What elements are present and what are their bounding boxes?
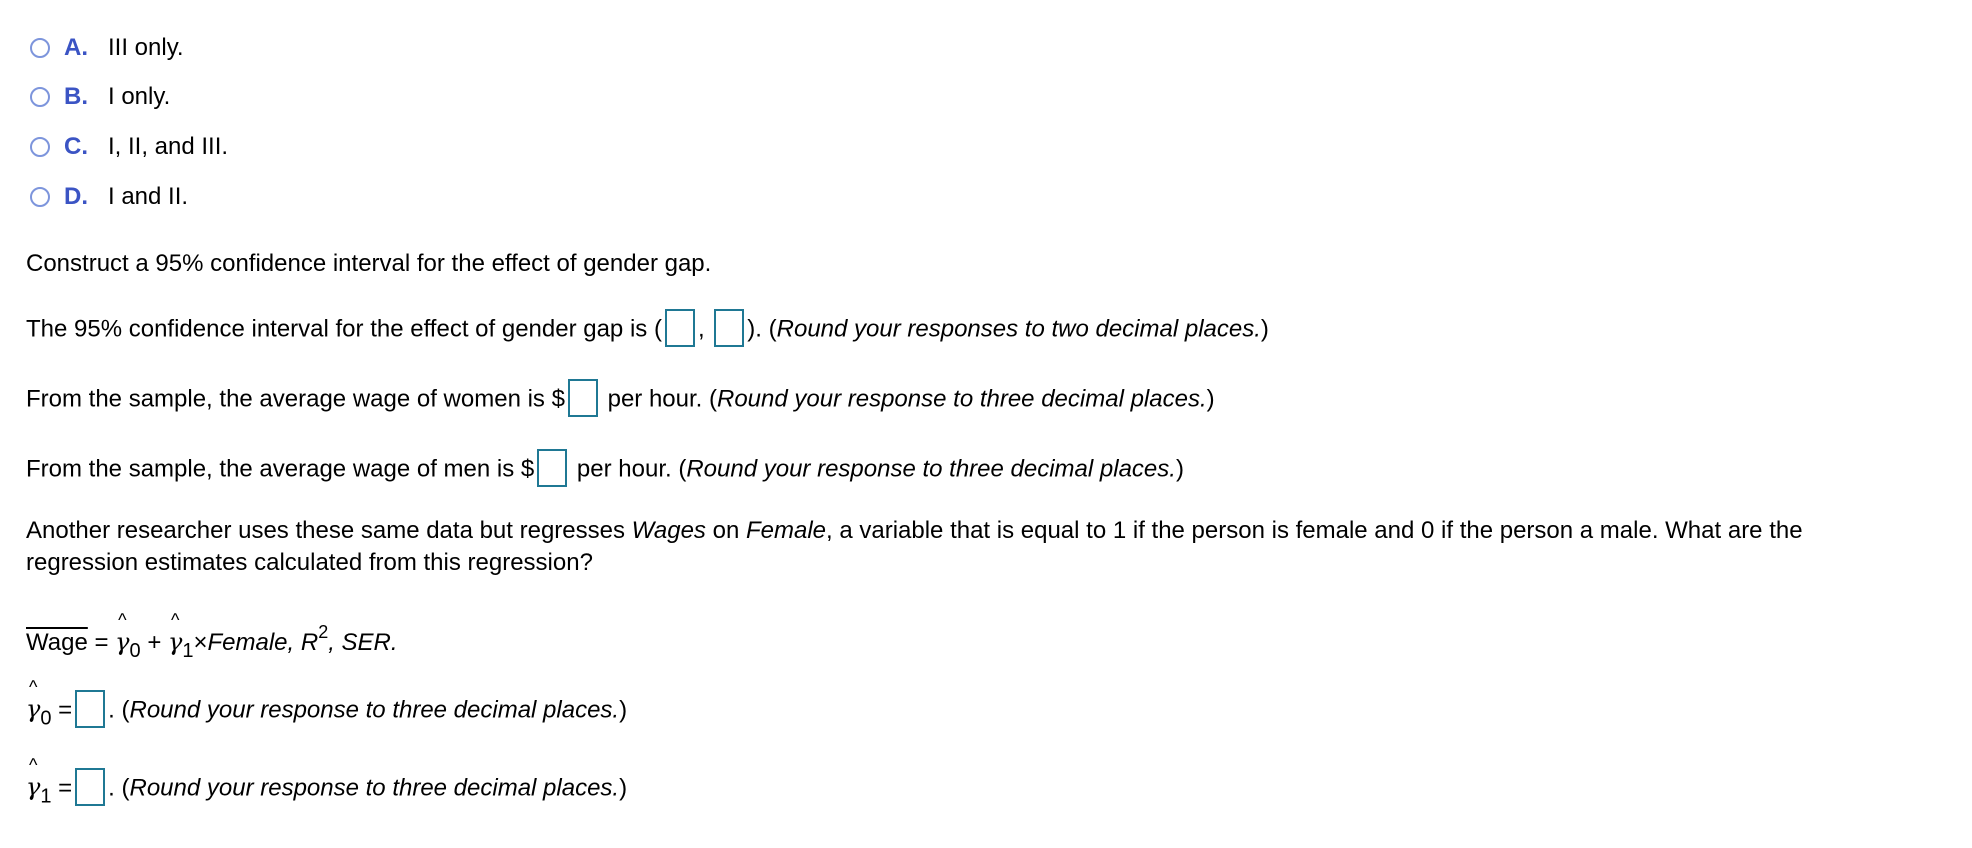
regression-question-line2: regression estimates calculated from thi… — [26, 549, 593, 576]
option-letter: C. — [64, 133, 88, 160]
women-note-close: ) — [1206, 385, 1215, 413]
option-b[interactable]: B. I only. — [30, 82, 170, 112]
ci-upper-input[interactable] — [714, 309, 745, 347]
men-wage-input[interactable] — [537, 449, 568, 487]
subscript-1: 1 — [40, 785, 52, 808]
regression-question: Another researcher uses these same data … — [26, 515, 1803, 547]
equals-sign: = — [51, 696, 73, 724]
female-r-term: Female, R — [207, 629, 319, 656]
ci-prompt: Construct a 95% confidence interval for … — [26, 250, 712, 277]
gamma1-symbol: ^ γ — [168, 610, 182, 658]
option-letter: A. — [64, 34, 88, 61]
note-open: . ( — [108, 774, 130, 802]
men-wage-line: From the sample, the average wage of men… — [26, 449, 1184, 489]
radio-button-d[interactable] — [30, 187, 50, 207]
ci-note-close: ) — [1260, 315, 1269, 343]
gamma1-symbol: ^ γ — [26, 755, 40, 803]
ci-separator: , — [697, 315, 705, 343]
option-d[interactable]: D. I and II. — [30, 182, 188, 212]
ci-close: ). — [747, 315, 762, 343]
women-prefix: From the sample, the average wage of wom… — [26, 385, 565, 413]
wage-hat-label: Wage — [26, 629, 88, 656]
superscript-2: 2 — [318, 622, 329, 642]
gamma1-answer-line: ^ γ1 = . (Round your response to three dec… — [26, 755, 628, 812]
gamma1-input[interactable] — [75, 768, 106, 806]
note-close: ) — [619, 774, 628, 802]
equals-sign: = — [51, 774, 73, 802]
women-wage-line: From the sample, the average wage of wom… — [26, 379, 1215, 419]
gamma0-symbol: ^ γ — [26, 677, 40, 725]
subscript-0: 0 — [40, 707, 52, 730]
option-a[interactable]: A. III only. — [30, 33, 184, 63]
hat-icon: ^ — [29, 755, 38, 776]
note-open: . ( — [108, 696, 130, 724]
ci-note-open: ( — [761, 315, 777, 343]
wages-variable: Wages — [631, 517, 706, 544]
hat-icon: ^ — [29, 677, 38, 698]
option-c[interactable]: C. I, II, and III. — [30, 132, 228, 162]
female-variable: Female — [745, 517, 826, 544]
women-suffix: per hour. ( — [600, 385, 717, 413]
ci-answer-line: The 95% confidence interval for the effe… — [26, 309, 1269, 349]
gamma0-rounding-note: Round your response to three decimal pla… — [129, 696, 620, 724]
times-sign: × — [193, 629, 208, 656]
radio-button-c[interactable] — [30, 137, 50, 157]
gamma0-answer-line: ^ γ0 = . (Round your response to three dec… — [26, 677, 628, 734]
ci-prefix: The 95% confidence interval for the effe… — [26, 315, 662, 343]
option-text: I only. — [108, 83, 171, 110]
subscript-0: 0 — [129, 640, 141, 662]
option-text: I and II. — [108, 183, 189, 210]
radio-button-b[interactable] — [30, 87, 50, 107]
hat-icon: ^ — [118, 610, 127, 630]
ci-rounding-note: Round your responses to two decimal plac… — [776, 315, 1261, 343]
option-text: III only. — [108, 34, 184, 61]
equals-sign: = — [87, 629, 116, 656]
gamma0-symbol: ^ γ — [115, 610, 129, 658]
option-text: I, II, and III. — [108, 133, 229, 160]
subscript-1: 1 — [182, 640, 194, 662]
radio-button-a[interactable] — [30, 38, 50, 58]
men-prefix: From the sample, the average wage of men… — [26, 455, 535, 483]
hat-icon: ^ — [171, 610, 180, 630]
ci-lower-input[interactable] — [664, 309, 695, 347]
men-rounding-note: Round your response to three decimal pla… — [686, 455, 1176, 483]
men-note-close: ) — [1175, 455, 1184, 483]
women-wage-input[interactable] — [567, 379, 598, 417]
option-letter: B. — [64, 83, 88, 110]
plus-sign: + — [147, 629, 168, 656]
regression-text-part: Another researcher uses these same data … — [26, 517, 632, 544]
women-rounding-note: Round your response to three decimal pla… — [717, 385, 1207, 413]
ser-term: , SER. — [328, 629, 398, 656]
regression-text-part: , a variable that is equal to 1 if the p… — [826, 517, 1803, 544]
men-suffix: per hour. ( — [570, 455, 687, 483]
note-close: ) — [619, 696, 628, 724]
regression-equation: Wage = ^ γ0 + ^ γ1×Female, R2, SER. — [26, 610, 398, 667]
gamma0-input[interactable] — [75, 690, 106, 728]
gamma1-rounding-note: Round your response to three decimal pla… — [129, 774, 620, 802]
regression-text-part: on — [705, 517, 746, 544]
option-letter: D. — [64, 183, 88, 210]
